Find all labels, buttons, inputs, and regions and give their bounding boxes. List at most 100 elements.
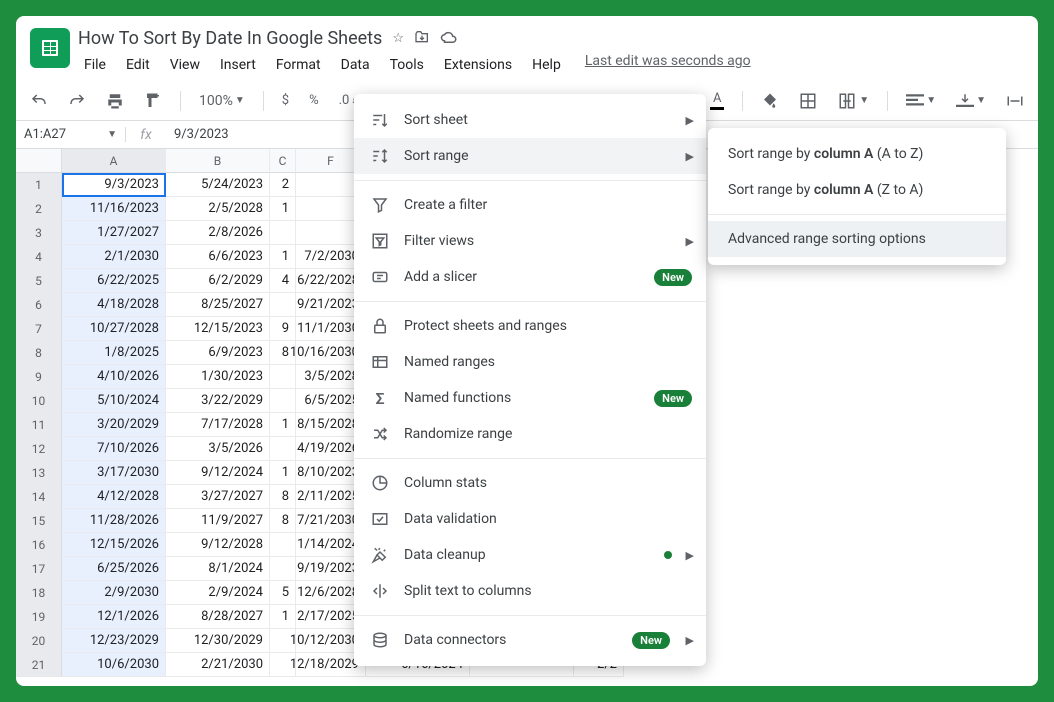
data-menu-data-validation[interactable]: Data validation [354, 501, 706, 537]
merge-button[interactable]: ▼ [831, 88, 875, 114]
row-header[interactable]: 6 [16, 293, 62, 317]
name-box[interactable]: A1:A27▼ [16, 127, 126, 142]
cell[interactable]: 11/16/2023 [62, 197, 166, 221]
cell[interactable]: 1 [270, 413, 296, 437]
cell[interactable]: 10/27/2028 [62, 317, 166, 341]
cell[interactable]: 7/17/2028 [166, 413, 270, 437]
row-header[interactable]: 20 [16, 629, 62, 653]
paint-format-button[interactable] [138, 88, 168, 114]
data-menu-sort-range[interactable]: Sort range▶ [354, 138, 706, 174]
menu-tools[interactable]: Tools [384, 53, 430, 77]
cell[interactable]: 1/8/2025 [62, 341, 166, 365]
cell[interactable]: 6/25/2026 [62, 557, 166, 581]
cell[interactable]: 12/15/2026 [62, 533, 166, 557]
cell[interactable]: 6/6/2023 [166, 245, 270, 269]
document-title[interactable]: How To Sort By Date In Google Sheets [78, 28, 382, 49]
data-menu-add-a-slicer[interactable]: Add a slicerNew [354, 259, 706, 295]
row-header[interactable]: 4 [16, 245, 62, 269]
cell[interactable]: 8/25/2027 [166, 293, 270, 317]
row-header[interactable]: 3 [16, 221, 62, 245]
row-header[interactable]: 17 [16, 557, 62, 581]
row-header[interactable]: 9 [16, 365, 62, 389]
cell[interactable] [270, 365, 296, 389]
data-menu-protect-sheets-and-ranges[interactable]: Protect sheets and ranges [354, 308, 706, 344]
cell[interactable]: 11/28/2026 [62, 509, 166, 533]
row-header[interactable]: 1 [16, 173, 62, 197]
cell[interactable]: 1 [270, 605, 296, 629]
move-icon[interactable] [414, 29, 430, 49]
cell[interactable]: 3/20/2029 [62, 413, 166, 437]
row-header[interactable]: 8 [16, 341, 62, 365]
cell[interactable]: 12/15/2023 [166, 317, 270, 341]
data-menu-data-cleanup[interactable]: Data cleanup▶ [354, 537, 706, 573]
cell[interactable]: 9/12/2024 [166, 461, 270, 485]
currency-button[interactable]: $ [276, 89, 295, 112]
cell[interactable] [270, 437, 296, 461]
cell[interactable]: 2/9/2024 [166, 581, 270, 605]
select-all-corner[interactable] [16, 149, 62, 173]
cell[interactable]: 3/27/2027 [166, 485, 270, 509]
sort-range-az[interactable]: Sort range by column A (A to Z) [708, 136, 1006, 172]
cell[interactable]: 1 [270, 197, 296, 221]
row-header[interactable]: 16 [16, 533, 62, 557]
cell[interactable]: 12/23/2029 [62, 629, 166, 653]
cell[interactable]: 3/5/2026 [166, 437, 270, 461]
cell[interactable]: 11/9/2027 [166, 509, 270, 533]
cell[interactable]: 8 [270, 509, 296, 533]
cell[interactable]: 5/10/2024 [62, 389, 166, 413]
cell[interactable]: 6/9/2023 [166, 341, 270, 365]
cell[interactable]: 2/9/2030 [62, 581, 166, 605]
row-header[interactable]: 14 [16, 485, 62, 509]
cell[interactable]: 9/12/2028 [166, 533, 270, 557]
cell[interactable] [270, 389, 296, 413]
cell[interactable] [270, 221, 296, 245]
cell[interactable]: 2 [270, 173, 296, 197]
text-color-button[interactable]: A [704, 87, 730, 114]
cell[interactable] [270, 293, 296, 317]
redo-button[interactable] [62, 88, 92, 114]
data-menu-named-functions[interactable]: ΣNamed functionsNew [354, 380, 706, 416]
data-menu-column-stats[interactable]: Column stats [354, 465, 706, 501]
menu-view[interactable]: View [164, 53, 206, 77]
menu-insert[interactable]: Insert [214, 53, 262, 77]
cloud-icon[interactable] [440, 30, 458, 48]
menu-help[interactable]: Help [526, 53, 567, 77]
cell[interactable]: 4/18/2028 [62, 293, 166, 317]
data-menu-filter-views[interactable]: Filter views▶ [354, 223, 706, 259]
valign-button[interactable]: ▼ [950, 90, 992, 112]
cell[interactable]: 4/12/2028 [62, 485, 166, 509]
cell[interactable]: 2/8/2026 [166, 221, 270, 245]
cell[interactable]: 1 [270, 461, 296, 485]
data-menu-sort-sheet[interactable]: Sort sheet▶ [354, 102, 706, 138]
fill-color-button[interactable] [755, 88, 785, 114]
cell[interactable] [270, 557, 296, 581]
undo-button[interactable] [24, 88, 54, 114]
print-button[interactable] [100, 88, 130, 114]
sheets-logo[interactable] [30, 28, 70, 68]
cell[interactable]: 2/5/2028 [166, 197, 270, 221]
row-header[interactable]: 21 [16, 653, 62, 677]
cell[interactable]: 10/6/2030 [62, 653, 166, 677]
row-header[interactable]: 2 [16, 197, 62, 221]
cell[interactable]: 2/1/2030 [62, 245, 166, 269]
halign-button[interactable]: ▼ [900, 90, 942, 112]
cell[interactable]: 3/17/2030 [62, 461, 166, 485]
row-header[interactable]: 10 [16, 389, 62, 413]
cell[interactable]: 12/30/2029 [166, 629, 270, 653]
menu-data[interactable]: Data [335, 53, 376, 77]
wrap-button[interactable] [1000, 90, 1030, 112]
row-header[interactable]: 11 [16, 413, 62, 437]
cell[interactable]: 4/10/2026 [62, 365, 166, 389]
row-header[interactable]: 13 [16, 461, 62, 485]
cell[interactable]: 8/28/2027 [166, 605, 270, 629]
cell[interactable]: 1/30/2023 [166, 365, 270, 389]
data-menu-split-text-to-columns[interactable]: Split text to columns [354, 573, 706, 609]
cell[interactable]: 6/22/2025 [62, 269, 166, 293]
menu-format[interactable]: Format [270, 53, 327, 77]
data-menu-named-ranges[interactable]: Named ranges [354, 344, 706, 380]
data-menu-randomize-range[interactable]: Randomize range [354, 416, 706, 452]
zoom-dropdown[interactable]: 100% ▼ [193, 89, 251, 113]
advanced-sort-options[interactable]: Advanced range sorting options [708, 221, 1006, 257]
menu-file[interactable]: File [78, 53, 112, 77]
column-header-A[interactable]: A [62, 149, 166, 173]
